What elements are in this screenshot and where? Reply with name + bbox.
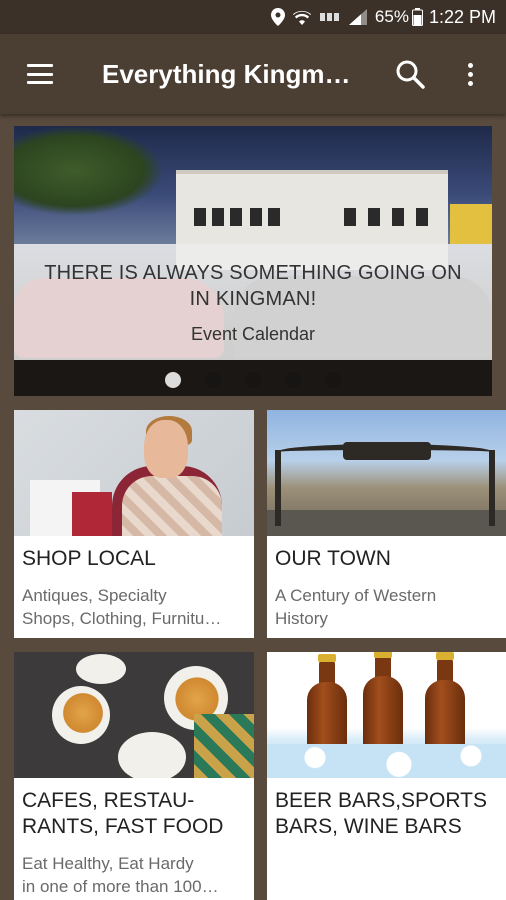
card-cafes-restaurants[interactable]: CAFES, RESTAU- RANTS, FAST FOOD Eat Heal…: [14, 652, 254, 900]
card-description-line: Eat Healthy, Eat Hardy: [22, 854, 194, 873]
card-title-line: BARS, WINE BARS: [275, 815, 462, 838]
event-calendar-banner[interactable]: THERE IS ALWAYS SOMETHING GOING ON IN KI…: [14, 126, 492, 396]
card-title-line: BEER BARS,SPORTS: [275, 789, 488, 812]
carousel-dot[interactable]: [325, 372, 341, 388]
card-title-line: SHOP LOCAL: [22, 547, 156, 570]
banner-headline-line1: THERE IS ALWAYS SOMETHING GOING ON: [44, 261, 462, 284]
card-title-line: OUR TOWN: [275, 547, 391, 570]
signal-icon: [348, 9, 367, 25]
card-image-food-table: [14, 652, 254, 778]
carousel-dot[interactable]: [165, 372, 181, 388]
carousel-dot[interactable]: [285, 372, 301, 388]
banner-subtitle: Event Calendar: [190, 323, 316, 344]
card-description-line: History: [275, 609, 328, 628]
card-description: Antiques, Specialty Shops, Clothing, Fur…: [22, 584, 248, 630]
banner-headline-line2: IN KINGMAN!: [189, 287, 317, 310]
card-image-town-arch: [267, 410, 506, 536]
banner-caption: THERE IS ALWAYS SOMETHING GOING ON IN KI…: [14, 244, 492, 360]
card-title: OUR TOWN: [275, 546, 501, 572]
more-options-button[interactable]: [440, 34, 500, 114]
banner-headline: THERE IS ALWAYS SOMETHING GOING ON IN KI…: [44, 260, 462, 312]
content-area[interactable]: THERE IS ALWAYS SOMETHING GOING ON IN KI…: [0, 114, 506, 900]
menu-button[interactable]: [0, 34, 80, 114]
carousel-dot[interactable]: [205, 372, 221, 388]
status-bar: 65% 1:22 PM: [0, 0, 506, 34]
carousel-indicator: [14, 372, 492, 388]
card-title: BEER BARS,SPORTS BARS, WINE BARS: [275, 788, 501, 840]
card-image-shopping: [14, 410, 254, 536]
card-description-line: in one of more than 100…: [22, 877, 219, 896]
card-title: SHOP LOCAL: [22, 546, 248, 572]
card-description-line: Shops, Clothing, Furnitu…: [22, 609, 222, 628]
card-title-line: RANTS, FAST FOOD: [22, 815, 224, 838]
app-bar: Everything Kingma…: [0, 34, 506, 114]
search-icon: [396, 60, 425, 89]
card-our-town[interactable]: OUR TOWN A Century of Western History: [267, 410, 506, 638]
battery-percent: 65%: [374, 7, 409, 26]
carousel-dot[interactable]: [245, 372, 261, 388]
card-title-line: CAFES, RESTAU-: [22, 789, 195, 812]
search-button[interactable]: [380, 34, 440, 114]
card-title: CAFES, RESTAU- RANTS, FAST FOOD: [22, 788, 248, 840]
card-description-line: Antiques, Specialty: [22, 586, 167, 605]
card-description-line: A Century of Western: [275, 586, 437, 605]
clock: 1:22 PM: [428, 6, 496, 27]
card-description: Eat Healthy, Eat Hardy in one of more th…: [22, 852, 248, 898]
wifi-icon: [292, 9, 311, 25]
hero-image-tree: [14, 126, 164, 216]
hero-image-sign: [450, 204, 492, 244]
card-description: A Century of Western History: [275, 584, 501, 630]
card-image-beer-bottles: [267, 652, 506, 778]
menu-icon: [27, 64, 53, 84]
card-beer-bars[interactable]: BEER BARS,SPORTS BARS, WINE BARS: [267, 652, 506, 900]
battery-icon: [411, 8, 423, 26]
card-shop-local[interactable]: SHOP LOCAL Antiques, Specialty Shops, Cl…: [14, 410, 254, 638]
app-title: Everything Kingma…: [102, 58, 362, 89]
more-vert-icon: [467, 62, 473, 86]
data-icon: [319, 10, 341, 24]
location-icon: [270, 8, 285, 26]
